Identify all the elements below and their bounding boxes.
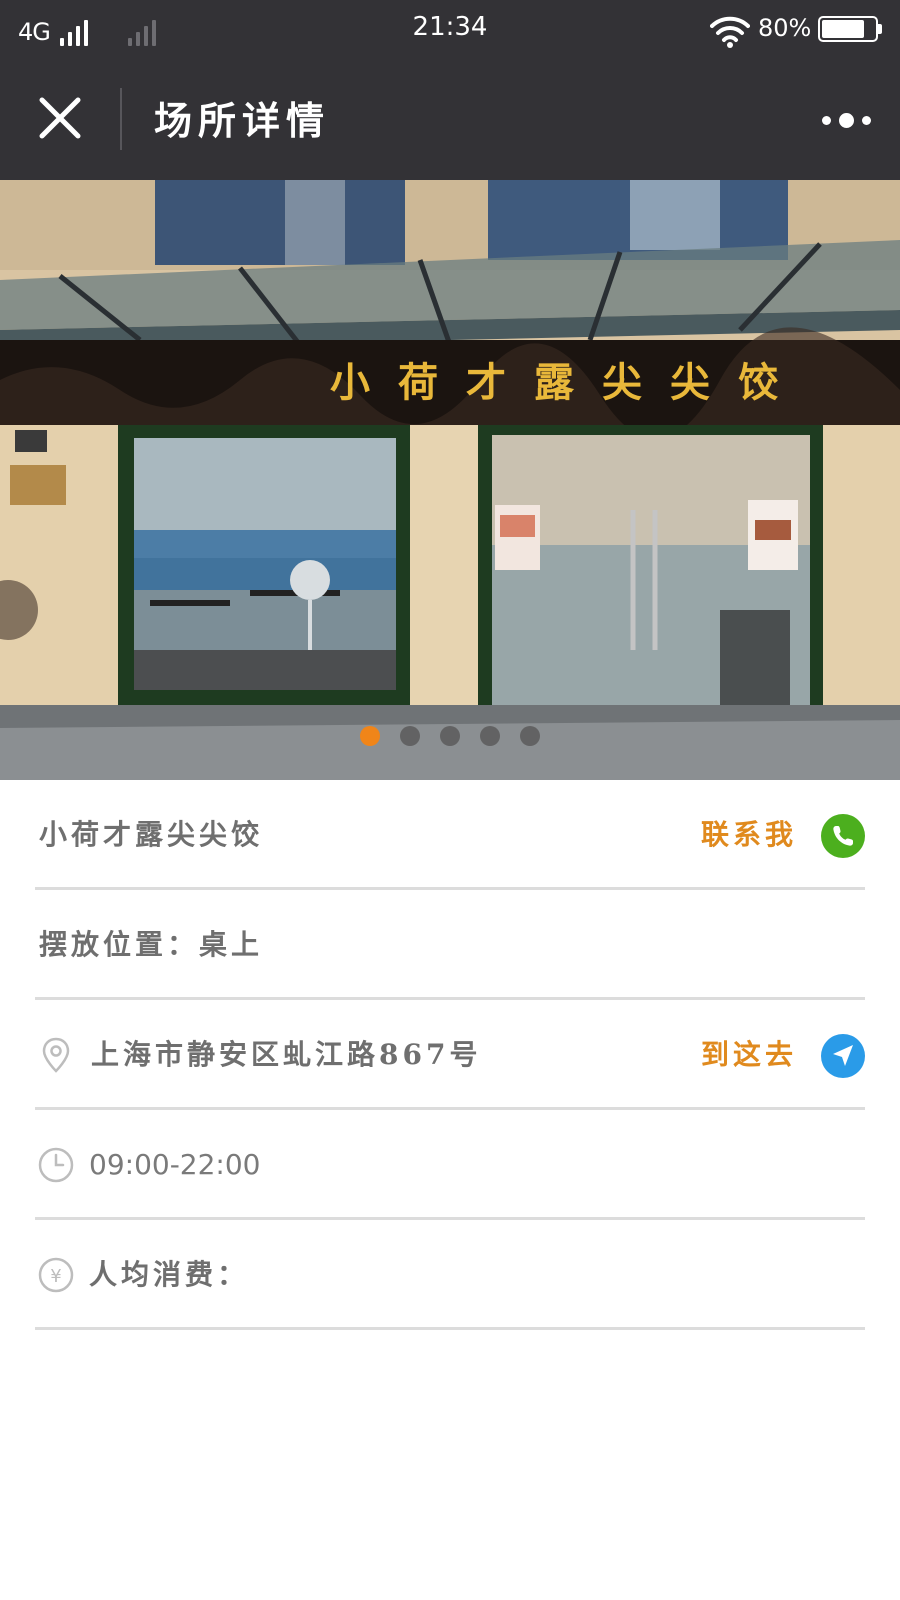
placement-row: 摆放位置：桌上 (35, 890, 865, 1000)
svg-text:¥: ¥ (50, 1266, 61, 1287)
carousel-dot-1[interactable] (360, 726, 380, 746)
nav-bar: 场所详情 (0, 64, 900, 180)
battery-percent: 80% (758, 14, 812, 42)
navigate-link[interactable]: 到这去 (701, 1000, 797, 1110)
battery-cap (878, 24, 882, 34)
address-row: 上海市静安区虬江路867号 到这去 (35, 1000, 865, 1110)
nav-divider (120, 88, 122, 150)
wifi-icon (710, 16, 750, 48)
photo-carousel[interactable]: 小荷才露尖尖饺 (0, 180, 900, 780)
status-bar: 4G 21:34 80% (0, 0, 900, 64)
top-bar: 4G 21:34 80% 场所详情 (0, 0, 900, 180)
carousel-indicators (360, 726, 540, 746)
placement-text: 摆放位置：桌上 (39, 928, 264, 961)
storefront-sign: 小荷才露尖尖饺 (330, 359, 806, 406)
contact-me-link[interactable]: 联系我 (701, 780, 797, 890)
phone-call-button[interactable] (821, 814, 865, 858)
yen-icon: ¥ (38, 1257, 74, 1293)
carousel-dot-5[interactable] (520, 726, 540, 746)
location-pin-icon (42, 1037, 70, 1073)
clock-icon (38, 1147, 74, 1183)
storefront-photo (0, 180, 900, 780)
avg-spend-row: ¥ 人均消费： (35, 1220, 865, 1330)
place-name-row: 小荷才露尖尖饺 联系我 (35, 780, 865, 890)
navigate-button[interactable] (821, 1034, 865, 1078)
close-icon[interactable] (30, 88, 90, 148)
page-title: 场所详情 (154, 98, 331, 143)
hours-row: 09:00-22:00 (35, 1110, 865, 1220)
carousel-dot-4[interactable] (480, 726, 500, 746)
place-info-list: 小荷才露尖尖饺 联系我 摆放位置：桌上 上海市静安区虬江路867号 到这去 09… (35, 780, 865, 1330)
avg-spend-label: 人均消费： (89, 1258, 250, 1291)
navigation-arrow-icon (821, 1034, 865, 1078)
address-text: 上海市静安区虬江路867号 (91, 1038, 482, 1071)
carousel-dot-2[interactable] (400, 726, 420, 746)
battery-level-fill (822, 20, 864, 38)
carousel-dot-3[interactable] (440, 726, 460, 746)
more-icon[interactable] (806, 100, 886, 140)
battery-icon (818, 16, 878, 42)
place-name: 小荷才露尖尖饺 (39, 818, 264, 851)
phone-icon (821, 814, 865, 858)
hours-text: 09:00-22:00 (89, 1148, 261, 1181)
